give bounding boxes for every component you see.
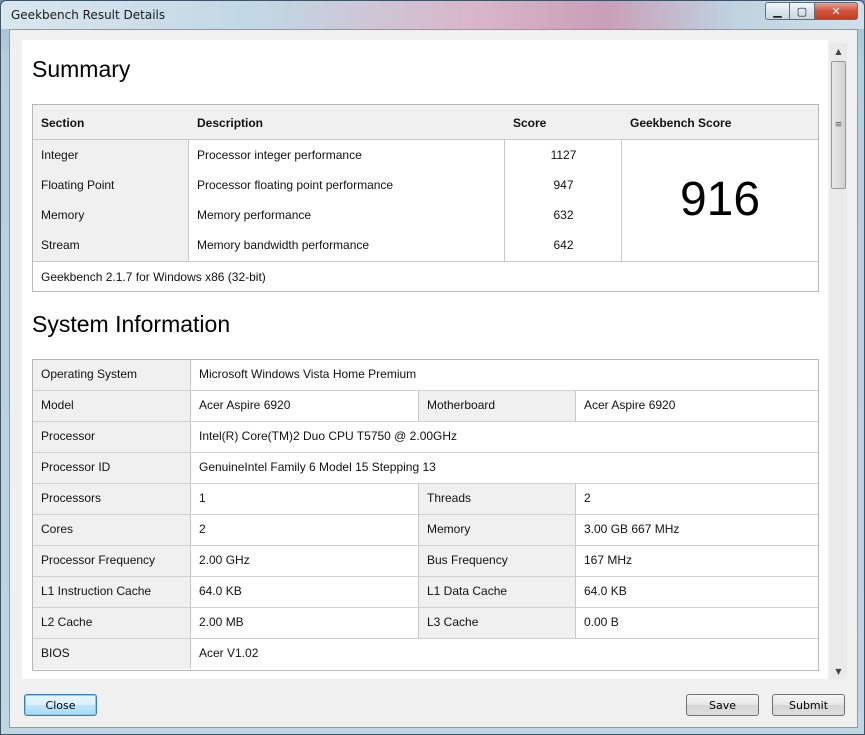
- table-row: Processor Frequency 2.00 GHz Bus Frequen…: [33, 546, 818, 577]
- submit-button[interactable]: Submit: [772, 694, 845, 716]
- close-button[interactable]: Close: [24, 694, 97, 716]
- info-label: Processor: [33, 422, 191, 452]
- info-value: 1: [191, 484, 419, 514]
- table-row: Processors 1 Threads 2: [33, 484, 818, 515]
- system-information-table: Operating System Microsoft Windows Vista…: [32, 359, 819, 671]
- info-label: Bus Frequency: [419, 546, 576, 576]
- info-value: 2.00 GHz: [191, 546, 419, 576]
- scroll-up-arrow[interactable]: ▲: [830, 43, 847, 59]
- section-cell: Stream: [41, 238, 80, 252]
- score-cell: 1127: [550, 148, 577, 162]
- vertical-scrollbar[interactable]: ▲ ≡ ▼: [830, 43, 847, 679]
- info-value: Acer Aspire 6920: [191, 391, 419, 421]
- info-label: Threads: [419, 484, 576, 514]
- info-value: Microsoft Windows Vista Home Premium: [199, 367, 417, 381]
- table-row: BIOS Acer V1.02: [33, 639, 818, 670]
- info-value: 167 MHz: [584, 553, 633, 567]
- header-geekbench-score: Geekbench Score: [630, 116, 732, 130]
- section-cell: Integer: [41, 148, 79, 162]
- header-section: Section: [41, 116, 85, 130]
- description-cell: Memory bandwidth performance: [197, 238, 370, 252]
- description-cell: Processor integer performance: [197, 148, 362, 162]
- score-cell: 642: [553, 238, 574, 252]
- header-description: Description: [197, 116, 264, 130]
- arrow-up-icon: ▲: [835, 46, 842, 56]
- info-value: GenuineIntel Family 6 Model 15 Stepping …: [199, 460, 436, 474]
- minimize-icon: ▁: [773, 4, 782, 18]
- window-controls: ▁ ▢ ✕: [765, 2, 858, 20]
- info-value: 2.00 MB: [191, 608, 419, 638]
- table-row: Cores 2 Memory 3.00 GB 667 MHz: [33, 515, 818, 546]
- info-label: Processor Frequency: [33, 546, 191, 576]
- info-label: Memory: [419, 515, 576, 545]
- description-cell: Memory performance: [197, 208, 312, 222]
- close-icon: ✕: [831, 4, 841, 18]
- summary-heading: Summary: [32, 56, 131, 82]
- info-value: 2: [191, 515, 419, 545]
- score-cell: 947: [553, 178, 574, 192]
- score-cell: 632: [553, 208, 574, 222]
- info-label: Processors: [33, 484, 191, 514]
- table-row: Processor Intel(R) Core(TM)2 Duo CPU T57…: [33, 422, 818, 453]
- info-label: Operating System: [33, 360, 191, 390]
- info-label: Cores: [33, 515, 191, 545]
- result-content: Summary Section Description Score Geekbe…: [22, 40, 828, 679]
- summary-header-row: Section Description Score Geekbench Scor…: [33, 105, 818, 140]
- info-label: L1 Instruction Cache: [33, 577, 191, 607]
- info-label: Model: [33, 391, 191, 421]
- geekbench-window: Geekbench Result Details ▁ ▢ ✕ Summary S…: [0, 0, 865, 735]
- save-button[interactable]: Save: [686, 694, 759, 716]
- arrow-down-icon: ▼: [835, 666, 842, 676]
- summary-table: Section Description Score Geekbench Scor…: [32, 104, 819, 292]
- info-label: Motherboard: [419, 391, 576, 421]
- section-cell: Memory: [41, 208, 85, 222]
- info-value: 0.00 B: [584, 615, 619, 629]
- info-value: 3.00 GB 667 MHz: [584, 522, 680, 536]
- info-label: L3 Cache: [419, 608, 576, 638]
- table-row: Model Acer Aspire 6920 Motherboard Acer …: [33, 391, 818, 422]
- maximize-icon: ▢: [796, 4, 808, 18]
- scroll-down-arrow[interactable]: ▼: [830, 663, 847, 679]
- description-cell: Processor floating point performance: [197, 178, 394, 192]
- score-column: 1127 947 632 642: [505, 140, 622, 261]
- info-label: Processor ID: [33, 453, 191, 483]
- table-row: Operating System Microsoft Windows Vista…: [33, 360, 818, 391]
- info-label: L2 Cache: [33, 608, 191, 638]
- table-row: L2 Cache 2.00 MB L3 Cache 0.00 B: [33, 608, 818, 639]
- title-bar[interactable]: Geekbench Result Details ▁ ▢ ✕: [1, 1, 864, 29]
- minimize-button[interactable]: ▁: [765, 2, 790, 20]
- geekbench-score-column: 916: [622, 140, 818, 261]
- description-column: Processor integer performance Processor …: [189, 140, 505, 261]
- header-score: Score: [513, 116, 547, 130]
- scroll-thumb[interactable]: ≡: [831, 61, 846, 189]
- info-value: Acer Aspire 6920: [584, 398, 676, 412]
- geekbench-score-value: 916: [679, 173, 761, 226]
- version-footer: Geekbench 2.1.7 for Windows x86 (32-bit): [33, 261, 818, 291]
- window-title: Geekbench Result Details: [11, 8, 166, 22]
- section-cell: Floating Point: [41, 178, 115, 192]
- info-value: Intel(R) Core(TM)2 Duo CPU T5750 @ 2.00G…: [199, 429, 458, 443]
- system-information-heading: System Information: [32, 311, 231, 337]
- info-value: 64.0 KB: [191, 577, 419, 607]
- info-label: BIOS: [33, 639, 191, 669]
- client-area: Summary Section Description Score Geekbe…: [9, 29, 858, 728]
- info-value: 2: [584, 491, 591, 505]
- info-value: 64.0 KB: [584, 584, 627, 598]
- table-row: Processor ID GenuineIntel Family 6 Model…: [33, 453, 818, 484]
- info-value: Acer V1.02: [199, 646, 259, 660]
- grip-icon: ≡: [834, 120, 843, 130]
- info-label: L1 Data Cache: [419, 577, 576, 607]
- section-column: Integer Floating Point Memory Stream: [33, 140, 189, 261]
- window-close-button[interactable]: ✕: [815, 2, 858, 20]
- table-row: L1 Instruction Cache 64.0 KB L1 Data Cac…: [33, 577, 818, 608]
- maximize-button[interactable]: ▢: [790, 2, 815, 20]
